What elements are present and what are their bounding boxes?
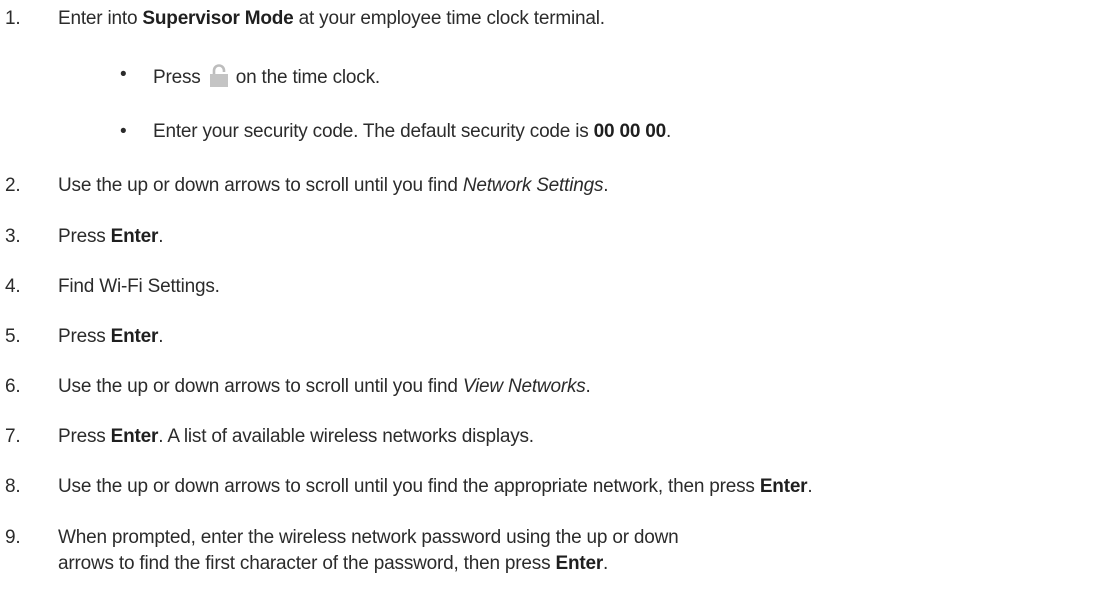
step-number: 3. [5,226,21,247]
bold-term: Enter [555,553,604,574]
step-number: 4. [5,276,21,297]
bold-term: Supervisor Mode [142,8,294,29]
step-number: 8. [5,476,21,497]
step-number: 1. [5,8,21,29]
step-number: 7. [5,426,21,447]
step-text: Enter into Supervisor Mode at your emplo… [58,8,605,29]
bold-term: Enter [759,476,808,497]
step-text: Press Enter. A list of available wireles… [58,426,534,447]
step-text: Use the up or down arrows to scroll unti… [58,376,591,397]
step-text: Use the up or down arrows to scroll unti… [58,476,813,497]
substep-text: Enter your security code. The default se… [153,121,672,142]
bullet: • [120,121,127,142]
bold-term: 00 00 00 [593,121,667,142]
instructions-page: 1. Enter into Supervisor Mode at your em… [0,0,1116,608]
bold-term: Enter [110,226,159,247]
substep-text: Press on the time clock. [153,63,380,90]
step-text: Find Wi-Fi Settings. [58,276,220,297]
step-number: 9. [5,527,21,548]
step-text: Use the up or down arrows to scroll unti… [58,175,609,196]
step-number: 6. [5,376,21,397]
bullet: • [120,64,127,85]
italic-term: Network Settings [462,175,604,196]
italic-term: View Networks [462,376,586,397]
step-number: 5. [5,326,21,347]
bold-term: Enter [110,426,159,447]
step-number: 2. [5,175,21,196]
step-text: Press Enter. [58,326,164,347]
bold-term: Enter [110,326,159,347]
step-text: Press Enter. [58,226,164,247]
step-text-line-2: arrows to find the first character of th… [58,553,609,574]
step-text-line-1: When prompted, enter the wireless networ… [58,527,679,548]
lock-icon [209,63,229,87]
